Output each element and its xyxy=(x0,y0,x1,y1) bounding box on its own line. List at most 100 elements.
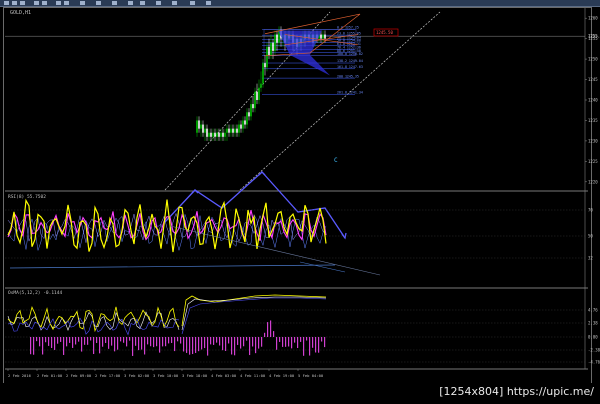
osma-histogram-bar xyxy=(165,337,167,347)
osma-histogram-bar xyxy=(90,337,92,341)
osma-histogram-bar xyxy=(216,337,218,343)
osma-histogram-bar xyxy=(57,337,59,344)
osma-histogram-bar xyxy=(180,337,182,344)
osma-histogram-bar xyxy=(96,337,98,344)
osma-histogram-bar xyxy=(237,337,239,345)
osma-histogram-bar xyxy=(87,337,89,345)
osma-histogram-bar xyxy=(252,337,254,347)
osma-histogram-bar xyxy=(210,337,212,345)
osma-histogram-bar xyxy=(153,337,155,348)
osma-histogram-bar xyxy=(171,337,173,343)
candle-body xyxy=(196,120,198,133)
candle-body xyxy=(200,124,202,129)
candle-body xyxy=(250,104,252,117)
osma-histogram-bar xyxy=(168,337,170,344)
osma-histogram-bar xyxy=(192,337,194,355)
candle-body xyxy=(272,42,274,51)
time-tick-label: 2 Feb 01:00 xyxy=(37,373,63,378)
osma-histogram-bar xyxy=(138,337,140,351)
osma-histogram-bar xyxy=(294,337,296,343)
osma-histogram-bar xyxy=(228,337,230,344)
osma-histogram-bar xyxy=(69,337,71,343)
osma-histogram-bar xyxy=(243,337,245,347)
osma-histogram-bar xyxy=(33,337,35,355)
candle-body xyxy=(206,128,208,137)
time-tick-label: 4 Feb 03:00 xyxy=(211,373,237,378)
osma-histogram-bar xyxy=(189,337,191,355)
price-tick-label: 1220 xyxy=(588,179,598,184)
rsi-tick-label: 50 xyxy=(588,234,593,239)
main-panel[interactable]: 0.0 1257.2523.6 1255.8538.2 1254.8450.0 … xyxy=(5,11,585,240)
osma-histogram-bar xyxy=(186,337,188,353)
osma-histogram-bar xyxy=(132,337,134,356)
osma-histogram-bar xyxy=(282,337,284,347)
osma-histogram-bar xyxy=(219,337,221,346)
osma-histogram-bar xyxy=(225,337,227,351)
candle-body xyxy=(238,124,240,133)
osma-histogram-bar xyxy=(273,331,275,337)
osma-histogram-bar xyxy=(129,337,131,341)
time-tick-label: 4 Feb 11:00 xyxy=(240,373,266,378)
rsi-band-line xyxy=(7,212,327,243)
osma-line xyxy=(181,297,327,335)
rsi-panel[interactable]: RSI(8) 55.7502 xyxy=(5,194,585,276)
osma-histogram-bar xyxy=(285,337,287,347)
time-tick-label: 5 Feb 04:00 xyxy=(298,373,324,378)
candle-body xyxy=(218,132,220,137)
price-tick-label: 1240 xyxy=(588,98,598,103)
osma-histogram-bar xyxy=(321,337,323,342)
price-tick-label: 1230 xyxy=(588,138,598,143)
osma-histogram-bar xyxy=(240,337,242,349)
osma-histogram-bar xyxy=(300,337,302,342)
time-tick-label: 2 Feb 09:00 xyxy=(66,373,92,378)
osma-histogram-bar xyxy=(162,337,164,347)
time-tick-label: 2 Feb 2016 xyxy=(8,373,32,378)
chart-canvas[interactable]: GOLD,H1 0.0 1257.2523.6 1255.8538.2 1254… xyxy=(0,0,600,404)
time-tick-label: 3 Feb 18:00 xyxy=(182,373,208,378)
osma-histogram-bar xyxy=(183,337,185,352)
osma-histogram-bar xyxy=(255,337,257,354)
candle-body xyxy=(242,120,244,129)
rsi-trend-line xyxy=(9,264,336,269)
osma-tick-label: -2.38 xyxy=(588,348,600,353)
osma-histogram-bar xyxy=(150,337,152,347)
arrow-icon xyxy=(258,171,266,176)
candle-body xyxy=(264,63,266,68)
osma-histogram-bar xyxy=(84,337,86,345)
rsi-trend-line xyxy=(299,261,346,273)
candle-body xyxy=(256,91,258,100)
candle-body xyxy=(236,128,238,133)
osma-panel[interactable]: OsMA(5,12,2) -0.1144 xyxy=(5,290,585,363)
osma-histogram-bar xyxy=(204,337,206,349)
price-tick-label: 1250 xyxy=(588,57,598,62)
osma-histogram-bar xyxy=(246,337,248,341)
time-tick-label: 3 Feb 02:00 xyxy=(124,373,150,378)
fib-level-label: 138.2 1249.04 xyxy=(337,59,363,63)
osma-tick-label: 0.00 xyxy=(588,335,598,340)
candle-body xyxy=(266,46,268,68)
osma-histogram-bar xyxy=(66,337,68,347)
osma-histogram-bar xyxy=(159,337,161,353)
candle-body xyxy=(262,63,264,84)
time-tick-label: 3 Feb 10:00 xyxy=(153,373,179,378)
osma-histogram-bar xyxy=(36,337,38,342)
candle-body xyxy=(246,112,248,125)
osma-histogram-bar xyxy=(258,337,260,349)
osma-histogram-bar xyxy=(198,337,200,352)
osma-histogram-bar xyxy=(177,337,179,342)
candle-body xyxy=(248,112,250,117)
osma-histogram-bar xyxy=(315,337,317,353)
osma-line xyxy=(181,294,327,327)
candle-body xyxy=(212,132,214,137)
osma-histogram-bar xyxy=(123,337,125,343)
osma-histogram-bar xyxy=(279,337,281,342)
axes-layer: 1260125512501245124012351230122512201255… xyxy=(7,16,600,378)
osma-histogram-bar xyxy=(297,337,299,349)
osma-histogram-bar xyxy=(303,337,305,356)
osma-histogram-bar xyxy=(147,337,149,345)
osma-histogram-bar xyxy=(39,337,41,347)
osma-histogram-bar xyxy=(60,337,62,342)
price-tick-label: 1260 xyxy=(588,16,598,21)
osma-histogram-bar xyxy=(207,337,209,356)
price-tick-label: 1235 xyxy=(588,118,598,123)
